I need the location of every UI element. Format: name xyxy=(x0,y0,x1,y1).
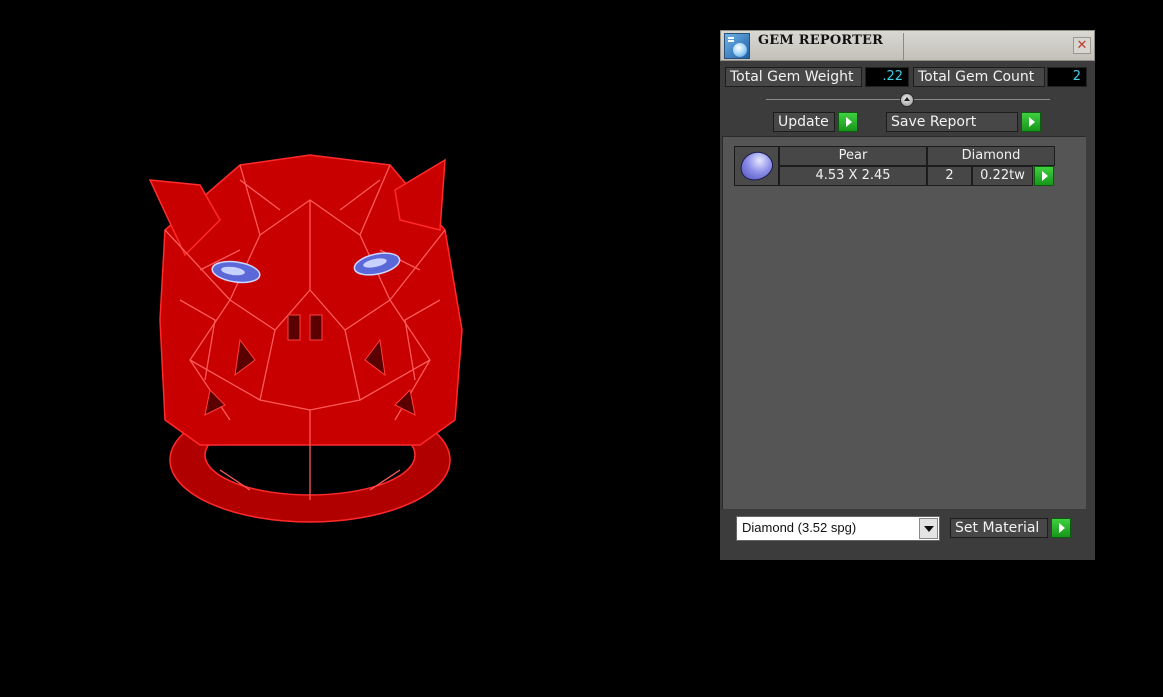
dropdown-arrow-icon[interactable] xyxy=(919,518,938,539)
splitter-knob[interactable] xyxy=(900,93,914,107)
gem-reporter-panel: GEM REPORTER ✕ Total Gem Weight .22 Tota… xyxy=(720,30,1095,560)
ring-model xyxy=(148,154,463,523)
gem-row-play-arrow-icon[interactable] xyxy=(1034,166,1054,186)
material-select[interactable]: Diamond (3.52 spg) xyxy=(736,516,940,541)
update-play-arrow-icon[interactable] xyxy=(838,112,858,132)
gem-list[interactable]: Pear Diamond 4.53 X 2.45 2 0.22tw xyxy=(722,136,1086,509)
set-material-button[interactable]: Set Material xyxy=(950,518,1048,538)
close-icon[interactable]: ✕ xyxy=(1073,37,1091,54)
gem-shape-cell: Pear xyxy=(779,146,927,166)
gem-weight-cell: 0.22tw xyxy=(972,166,1033,186)
total-gem-count-label: Total Gem Count xyxy=(913,67,1045,87)
total-gem-weight-value: .22 xyxy=(865,67,909,87)
save-report-play-arrow-icon[interactable] xyxy=(1021,112,1041,132)
gem-material-cell: Diamond xyxy=(927,146,1055,166)
total-gem-count-value: 2 xyxy=(1047,67,1087,87)
gem-count-cell: 2 xyxy=(927,166,972,186)
save-report-button[interactable]: Save Report xyxy=(886,112,1018,132)
total-gem-weight-label: Total Gem Weight xyxy=(725,67,862,87)
title-bar[interactable]: GEM REPORTER ✕ xyxy=(720,30,1095,61)
app-icon xyxy=(724,33,750,59)
material-select-value: Diamond (3.52 spg) xyxy=(742,520,857,535)
3d-viewport[interactable] xyxy=(0,0,715,697)
title-divider xyxy=(903,33,904,60)
gem-pear-icon[interactable] xyxy=(734,146,779,186)
panel-title: GEM REPORTER xyxy=(758,33,884,48)
set-material-play-arrow-icon[interactable] xyxy=(1051,518,1071,538)
update-button[interactable]: Update xyxy=(773,112,835,132)
gem-dimensions-cell: 4.53 X 2.45 xyxy=(779,166,927,186)
